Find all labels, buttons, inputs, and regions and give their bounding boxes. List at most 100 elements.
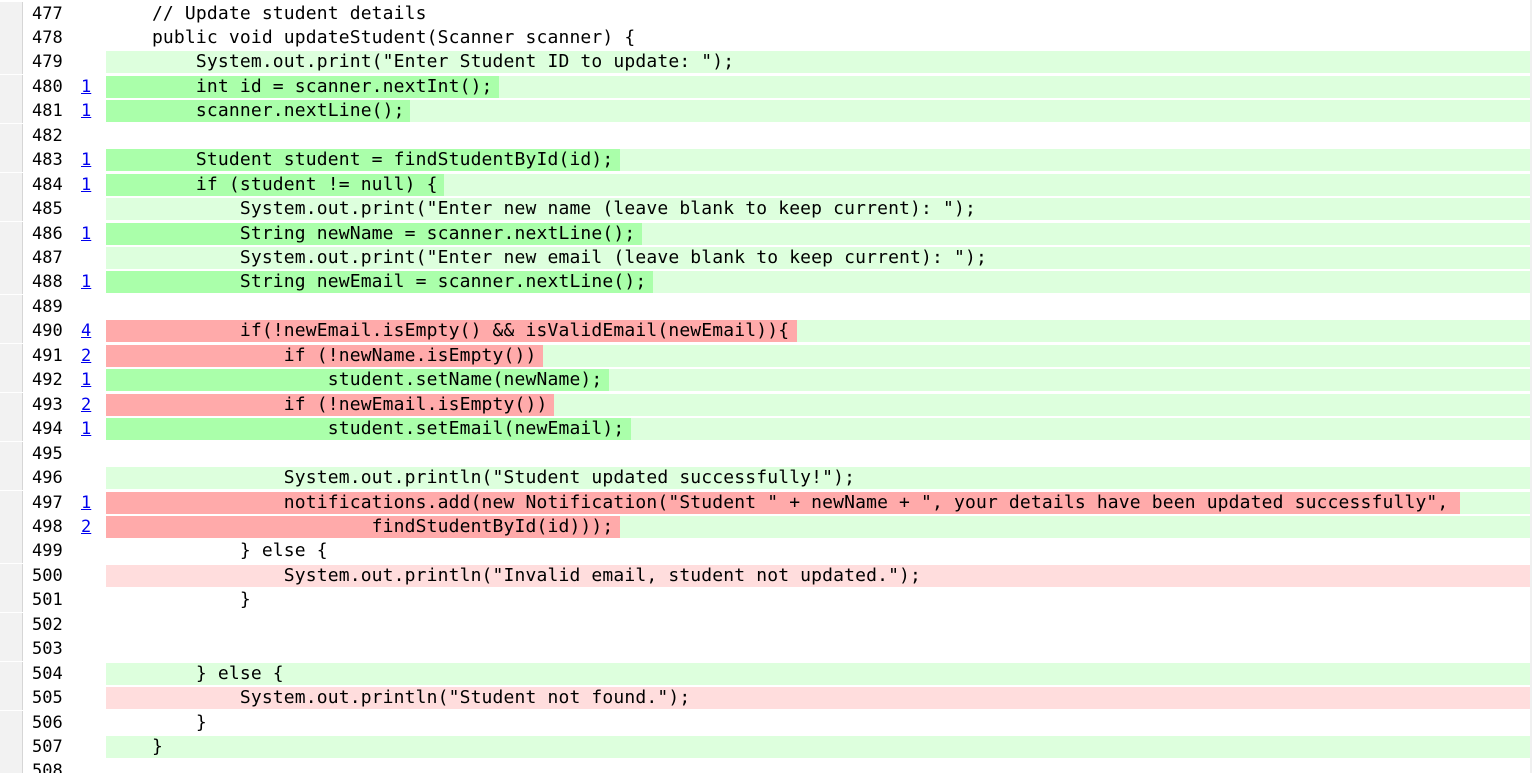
- gutter-cell: [0, 661, 22, 686]
- code-line: 502: [0, 612, 1532, 637]
- gutter-cell: [0, 123, 22, 148]
- gutter-cell: [0, 392, 22, 417]
- code-line: 500 System.out.println("Invalid email, s…: [0, 563, 1532, 588]
- gutter-cell: [0, 172, 22, 197]
- code-line: 501 }: [0, 588, 1532, 613]
- mutation-count-link[interactable]: 1: [81, 76, 91, 98]
- source-code: System.out.print("Enter new name (leave …: [108, 198, 976, 220]
- code-line: 507 }: [0, 735, 1532, 759]
- code-line: 477 // Update student details: [0, 1, 1532, 26]
- code-line: 486 1 String newName = scanner.nextLine()…: [0, 221, 1532, 246]
- mutation-count-link[interactable]: 4: [81, 320, 91, 342]
- code-line: 489: [0, 294, 1532, 319]
- line-number: 484: [32, 174, 63, 195]
- gutter-divider: [22, 74, 23, 99]
- gutter-divider: [22, 588, 23, 613]
- gutter-cell: [0, 588, 22, 613]
- gutter-cell: [0, 759, 22, 773]
- gutter-divider: [22, 392, 23, 417]
- code-line: 478 public void updateStudent(Scanner sc…: [0, 25, 1532, 50]
- gutter-divider: [22, 50, 23, 75]
- gutter-cell: [0, 270, 22, 295]
- gutter-cell: [0, 294, 22, 319]
- mutation-count-link[interactable]: 1: [81, 149, 91, 171]
- code-line: 483 1 Student student = findStudentById(i…: [0, 148, 1532, 173]
- line-number: 500: [32, 565, 63, 586]
- code-line: 504 } else {: [0, 661, 1532, 686]
- line-number: 491: [32, 345, 63, 366]
- line-number: 487: [32, 248, 63, 268]
- gutter-cell: [0, 710, 22, 735]
- source-code: findStudentById(id)));: [108, 515, 614, 537]
- source-code: System.out.println("Student updated succ…: [108, 467, 856, 489]
- gutter-divider: [22, 148, 23, 173]
- gutter-divider: [22, 172, 23, 197]
- gutter-cell: [0, 563, 22, 588]
- line-number: 478: [32, 27, 63, 48]
- gutter-cell: [0, 490, 22, 515]
- line-number: 479: [32, 52, 63, 73]
- line-number: 493: [32, 394, 63, 415]
- gutter-divider: [22, 466, 23, 491]
- gutter-divider: [22, 735, 23, 759]
- line-number: 508: [32, 761, 63, 773]
- gutter-cell: [0, 148, 22, 173]
- source-code: }: [108, 736, 163, 757]
- code-line: 495: [0, 441, 1532, 466]
- gutter-cell: [0, 74, 22, 99]
- code-line: 491 2 if (!newName.isEmpty()): [0, 343, 1532, 368]
- gutter-divider: [22, 710, 23, 735]
- gutter-divider: [22, 197, 23, 222]
- line-number: 490: [32, 321, 63, 342]
- source-code: if (student != null) {: [108, 173, 438, 195]
- gutter-divider: [22, 123, 23, 148]
- source-code: // Update student details: [108, 2, 427, 24]
- code-line: 508: [0, 759, 1532, 773]
- code-line: 482: [0, 123, 1532, 148]
- gutter-cell: [0, 197, 22, 222]
- gutter-divider: [22, 514, 23, 539]
- gutter-divider: [22, 99, 23, 124]
- line-number: 483: [32, 150, 63, 171]
- line-number: 477: [32, 3, 63, 24]
- mutation-count-link[interactable]: 1: [81, 100, 91, 122]
- code-line: 497 1 notifications.add(new Notification(…: [0, 490, 1532, 515]
- code-line: 496 System.out.println("Student updated …: [0, 466, 1532, 491]
- source-code: } else {: [108, 662, 284, 684]
- code-line: 485 System.out.print("Enter new name (le…: [0, 197, 1532, 222]
- gutter-divider: [22, 661, 23, 686]
- mutation-count-link[interactable]: 2: [81, 345, 91, 367]
- mutation-count-link[interactable]: 2: [81, 394, 91, 416]
- gutter-cell: [0, 221, 22, 246]
- gutter-divider: [22, 246, 23, 270]
- mutation-count-link[interactable]: 1: [81, 418, 91, 440]
- mutation-count-link[interactable]: 1: [81, 369, 91, 391]
- code-line: 479 System.out.print("Enter Student ID t…: [0, 50, 1532, 75]
- code-line: 484 1 if (student != null) {: [0, 172, 1532, 197]
- line-number: 485: [32, 199, 63, 220]
- source-code: String newEmail = scanner.nextLine();: [108, 271, 647, 293]
- gutter-divider: [22, 686, 23, 711]
- gutter-divider: [22, 637, 23, 662]
- line-number: 482: [32, 125, 63, 146]
- source-code: }: [108, 711, 207, 733]
- gutter-cell: [0, 514, 22, 539]
- gutter-divider: [22, 441, 23, 466]
- mutation-count-link[interactable]: 1: [81, 492, 91, 514]
- code-line: 505 System.out.println("Student not foun…: [0, 686, 1532, 711]
- source-code: System.out.println("Invalid email, stude…: [108, 564, 922, 586]
- gutter-cell: [0, 612, 22, 637]
- mutation-count-link[interactable]: 1: [81, 271, 91, 293]
- mutation-count-link[interactable]: 2: [81, 516, 91, 538]
- gutter-cell: [0, 417, 22, 442]
- source-code: student.setName(newName);: [108, 369, 603, 391]
- source-code: if(!newEmail.isEmpty() && isValidEmail(n…: [108, 320, 790, 342]
- gutter-divider: [22, 270, 23, 295]
- mutation-count-link[interactable]: 1: [81, 174, 91, 196]
- line-number: 492: [32, 370, 63, 391]
- gutter-divider: [22, 539, 23, 564]
- line-number: 486: [32, 223, 63, 244]
- line-number: 481: [32, 101, 63, 122]
- line-number: 497: [32, 492, 63, 513]
- mutation-count-link[interactable]: 1: [81, 223, 91, 245]
